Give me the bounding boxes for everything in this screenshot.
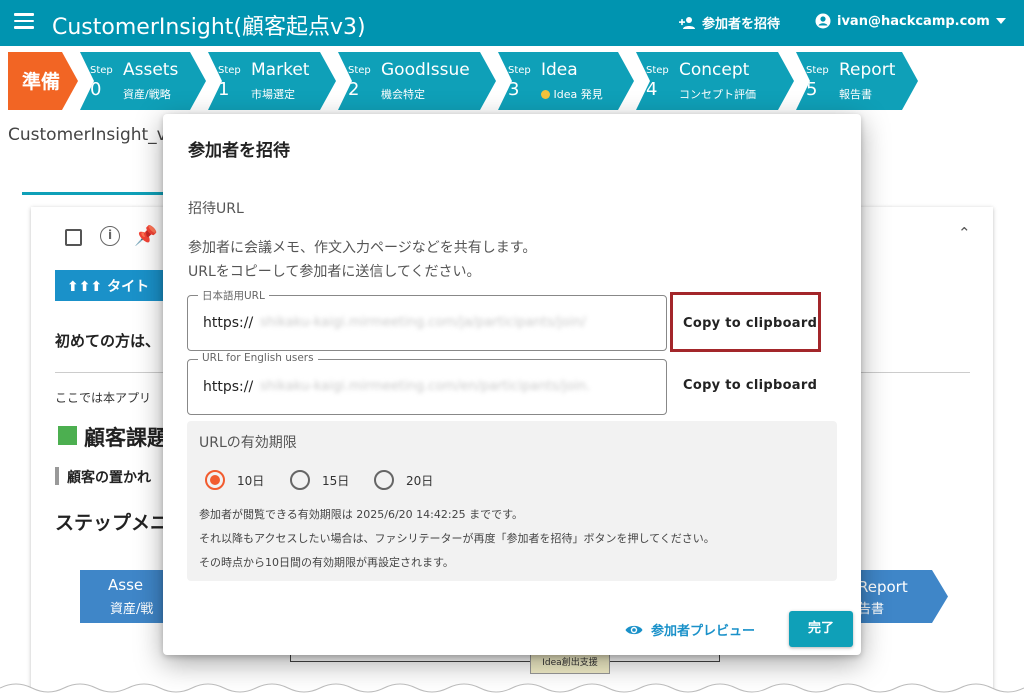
- flow-arrow-sub: 告書: [858, 602, 885, 617]
- invite-label: 参加者を招待: [702, 17, 781, 32]
- radio-unchecked-icon: [374, 470, 394, 490]
- step-word: Step: [218, 65, 241, 76]
- flow-box[interactable]: Idea創出支援: [530, 652, 610, 674]
- green-square-icon: [58, 426, 77, 445]
- step-subtitle: Idea 発見: [541, 86, 603, 102]
- expiry-note-3: その時点から10日間の有効期限が再設定されます。: [199, 556, 454, 569]
- step-word: Step: [806, 65, 829, 76]
- intro-text: ここでは本アプリ: [55, 391, 152, 405]
- user-menu[interactable]: ivan@hackcamp.com: [815, 13, 1006, 29]
- app-bar: CustomerInsight(顧客起点v3) 参加者を招待 ivan@hack…: [0, 0, 1024, 46]
- app-title: CustomerInsight(顧客起点v3): [52, 15, 366, 40]
- add-person-icon: [679, 16, 695, 29]
- step-1-market[interactable]: Step 1 Market 市場選定: [208, 52, 336, 110]
- step-subtitle-text: Idea 発見: [553, 88, 603, 101]
- highlight-box: [670, 292, 821, 352]
- description-line-1: 参加者に会議メモ、作文入力ページなどを共有します。: [188, 240, 537, 256]
- situation-text: 顧客の置かれ: [67, 470, 151, 486]
- step-prep[interactable]: 準備: [8, 52, 78, 110]
- step-subtitle: 資産/戦略: [123, 88, 171, 101]
- lightbulb-icon: [541, 90, 550, 99]
- step-menu-heading: ステップメニ: [55, 512, 170, 534]
- step-number: 2: [348, 79, 360, 100]
- participant-preview-button[interactable]: 参加者プレビュー: [625, 620, 755, 639]
- step-number: 0: [90, 79, 102, 100]
- step-name: Report: [839, 60, 896, 80]
- step-subtitle: コンセプト評価: [679, 88, 756, 101]
- url-value: shikaku-kaigi.mirmeeting.com/ja/particip…: [260, 315, 586, 330]
- step-number: 1: [218, 79, 230, 100]
- invite-participants-button[interactable]: 参加者を招待: [678, 13, 780, 32]
- step-bar: 準備 Step 0 Assets 資産/戦略 Step 1 Market 市場選…: [0, 46, 1024, 116]
- done-button[interactable]: 完了: [789, 611, 853, 647]
- field-label: URL for English users: [198, 352, 318, 364]
- field-label: 日本語用URL: [198, 288, 269, 303]
- step-word: Step: [348, 65, 371, 76]
- step-3-idea[interactable]: Step 3 Idea Idea 発見: [498, 52, 634, 110]
- step-number: 5: [806, 79, 818, 100]
- menu-icon[interactable]: [14, 13, 34, 29]
- flow-arrow-title: Report: [858, 578, 908, 596]
- step-word: Step: [508, 65, 531, 76]
- copy-english-url-button[interactable]: Copy to clipboard: [683, 378, 817, 393]
- account-circle-icon: [815, 13, 831, 29]
- expiry-title: URLの有効期限: [199, 435, 297, 451]
- url-prefix: https://: [203, 379, 254, 395]
- url-expiry-section: URLの有効期限 10日 15日 20日 参加者が閲覧できる有効期限は 2025…: [187, 421, 837, 581]
- user-email: ivan@hackcamp.com: [837, 13, 990, 29]
- step-name: Idea: [541, 60, 578, 80]
- step-name: Assets: [123, 60, 179, 80]
- info-icon[interactable]: i: [100, 226, 120, 246]
- caret-down-icon: [995, 18, 1006, 24]
- step-subtitle: 市場選定: [251, 88, 295, 101]
- flow-arrow-sub: 資産/戦: [110, 602, 154, 617]
- expiry-note-1: 参加者が閲覧できる有効期限は 2025/6/20 14:42:25 までです。: [199, 508, 523, 521]
- english-url-field[interactable]: URL for English users https:// shikaku-k…: [187, 352, 667, 415]
- torn-edge: [0, 683, 1024, 700]
- url-prefix: https://: [203, 315, 254, 331]
- step-word: Step: [646, 65, 669, 76]
- expiry-option-10[interactable]: 10日: [205, 470, 264, 490]
- step-word: Step: [90, 65, 113, 76]
- radio-unchecked-icon: [290, 470, 310, 490]
- step-name: Market: [251, 60, 310, 80]
- invite-url-label: 招待URL: [188, 201, 244, 217]
- expiry-note-2: それ以降もアクセスしたい場合は、ファシリテーターが再度「参加者を招待」ボタンを押…: [199, 532, 715, 545]
- chevron-up-icon[interactable]: ⌃: [958, 224, 971, 242]
- step-number: 3: [508, 79, 520, 100]
- pin-icon[interactable]: 📌: [134, 224, 158, 247]
- eye-icon: [625, 625, 643, 634]
- preview-label: 参加者プレビュー: [651, 624, 756, 639]
- page-title: CustomerInsight_v: [8, 125, 167, 145]
- step-subtitle: 機会特定: [381, 88, 425, 101]
- radio-checked-icon: [205, 470, 225, 490]
- step-prep-label: 準備: [22, 71, 61, 93]
- tab-underline: [22, 192, 170, 195]
- expiry-option-15[interactable]: 15日: [290, 470, 349, 490]
- expiry-option-20[interactable]: 20日: [374, 470, 433, 490]
- japanese-url-field[interactable]: 日本語用URL https:// shikaku-kaigi.mirmeetin…: [187, 288, 667, 351]
- step-name: GoodIssue: [381, 60, 470, 80]
- flow-arrow-title: Asse: [108, 576, 144, 594]
- step-number: 4: [646, 79, 658, 100]
- step-name: Concept: [679, 60, 750, 80]
- step-subtitle: 報告書: [839, 88, 872, 101]
- radio-label: 10日: [237, 473, 265, 488]
- title-banner: ⬆⬆⬆ タイト: [55, 270, 180, 301]
- customer-problem-heading: 顧客課題: [84, 426, 168, 450]
- dialog-title: 参加者を招待: [188, 141, 290, 161]
- url-value: shikaku-kaigi.mirmeeting.com/en/particip…: [260, 379, 591, 394]
- radio-label: 20日: [406, 473, 434, 488]
- step-5-report[interactable]: Step 5 Report 報告書: [796, 52, 918, 110]
- step-0-assets[interactable]: Step 0 Assets 資産/戦略: [80, 52, 206, 110]
- quote-bar: [55, 467, 59, 485]
- first-time-text: 初めての方は、: [55, 332, 161, 350]
- step-2-goodissue[interactable]: Step 2 GoodIssue 機会特定: [338, 52, 496, 110]
- step-4-concept[interactable]: Step 4 Concept コンセプト評価: [636, 52, 794, 110]
- dialog-description: 参加者に会議メモ、作文入力ページなどを共有します。 URLをコピーして参加者に送…: [188, 236, 536, 284]
- description-line-2: URLをコピーして参加者に送信してください。: [188, 264, 481, 280]
- checkbox[interactable]: [65, 229, 82, 246]
- invite-dialog: 参加者を招待 招待URL 参加者に会議メモ、作文入力ページなどを共有します。 U…: [163, 114, 861, 655]
- radio-label: 15日: [322, 473, 350, 488]
